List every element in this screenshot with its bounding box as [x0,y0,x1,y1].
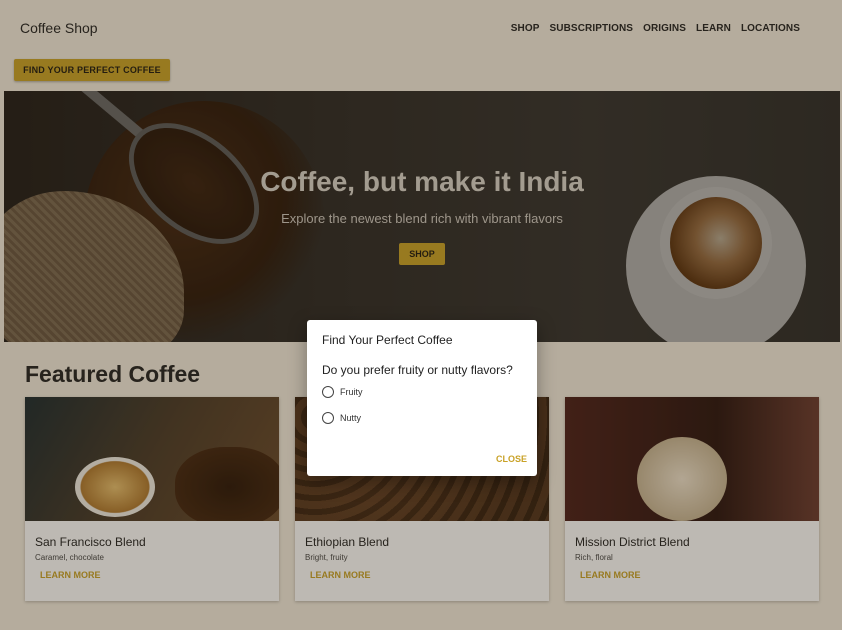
dialog-title: Find Your Perfect Coffee [322,333,453,347]
option-label: Nutty [340,413,362,423]
radio-button[interactable] [322,386,334,398]
option-fruity[interactable]: Fruity [322,386,363,398]
option-nutty[interactable]: Nutty [322,412,361,424]
close-button[interactable]: CLOSE [496,454,527,464]
dialog-question: Do you prefer fruity or nutty flavors? [322,363,513,377]
radio-button[interactable] [322,412,334,424]
quiz-dialog: Find Your Perfect Coffee Do you prefer f… [307,320,537,476]
option-label: Fruity [340,387,363,397]
modal-scrim[interactable] [0,0,842,630]
